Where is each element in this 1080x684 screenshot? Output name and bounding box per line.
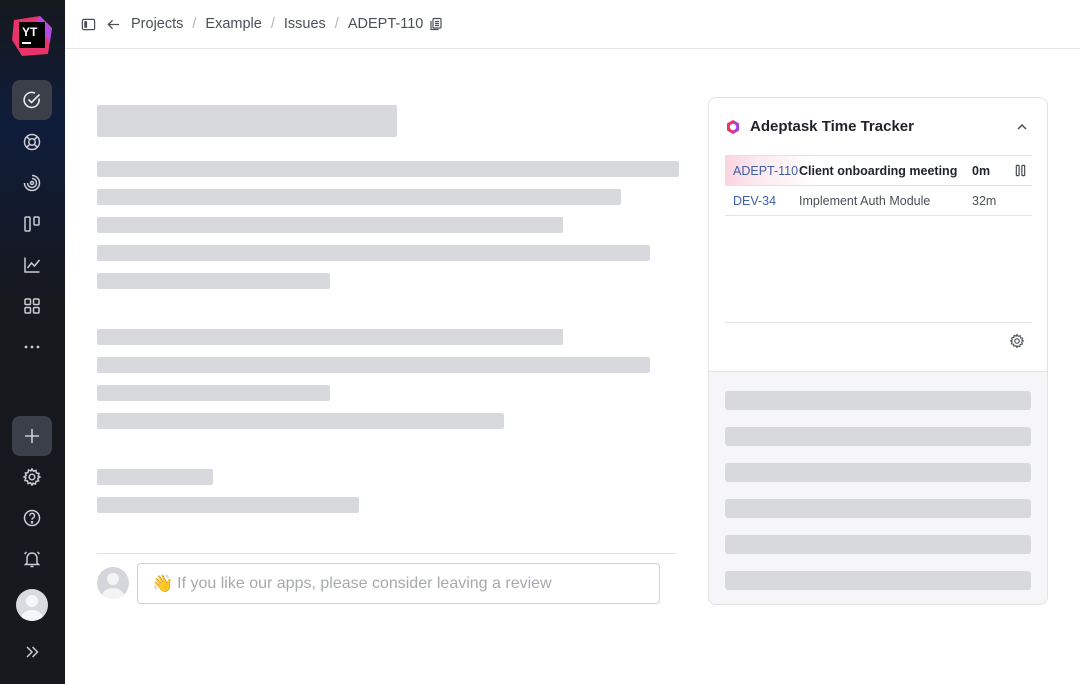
expand-sidebar-button[interactable]	[12, 632, 52, 672]
skeleton-line	[97, 189, 621, 205]
sidebar-item-helpdesk[interactable]	[12, 122, 52, 162]
skeleton-title	[97, 105, 397, 137]
sidebar-item-apps[interactable]	[12, 286, 52, 326]
skeleton-line	[97, 357, 650, 373]
issue-id-link[interactable]: DEV-34	[725, 194, 799, 208]
skeleton-line	[725, 499, 1031, 518]
pause-icon	[1015, 164, 1025, 177]
skeleton-line	[725, 391, 1031, 410]
settings-button[interactable]	[12, 457, 52, 497]
breadcrumb-project[interactable]: Example	[205, 16, 261, 32]
user-avatar[interactable]	[16, 589, 48, 621]
skeleton-line	[97, 385, 330, 401]
chevron-up-icon[interactable]	[1015, 120, 1029, 134]
breadcrumb-separator: /	[270, 16, 275, 32]
spiral-icon	[23, 174, 41, 192]
help-button[interactable]	[12, 498, 52, 538]
copy-icon[interactable]	[429, 17, 443, 31]
skeleton-line	[97, 413, 504, 429]
time-tracker-widget: Adeptask Time Tracker ADEPT-110 Client o…	[708, 97, 1048, 605]
skeleton-line	[97, 329, 563, 345]
user-icon	[102, 573, 124, 599]
back-arrow-icon[interactable]	[106, 16, 122, 32]
check-circle-icon	[23, 91, 41, 109]
sidebar-item-reports[interactable]	[12, 245, 52, 285]
skeleton-line	[97, 245, 650, 261]
tracker-table: ADEPT-110 Client onboarding meeting 0m D…	[725, 155, 1032, 216]
breadcrumb-issues[interactable]: Issues	[284, 16, 326, 32]
double-chevron-right-icon	[26, 646, 39, 658]
skeleton-line	[725, 571, 1031, 590]
tracked-time: 32m	[972, 193, 997, 208]
top-bar: Projects / Example / Issues / ADEPT-110	[65, 0, 1080, 49]
widget-title: Adeptask Time Tracker	[750, 118, 914, 135]
breadcrumb-issue-id: ADEPT-110	[347, 16, 424, 32]
plus-icon	[25, 429, 39, 443]
gear-icon	[22, 467, 42, 487]
skeleton-line	[725, 427, 1031, 446]
chart-icon	[24, 257, 41, 273]
create-button[interactable]	[12, 416, 52, 456]
skeleton-line	[97, 217, 563, 233]
breadcrumb-projects[interactable]: Projects	[131, 16, 183, 32]
adeptask-logo-icon	[727, 119, 739, 134]
comment-avatar	[97, 567, 129, 599]
table-row[interactable]: DEV-34 Implement Auth Module 32m	[725, 186, 1032, 216]
pause-button[interactable]	[1008, 164, 1032, 177]
board-icon	[24, 216, 40, 232]
gear-icon[interactable]	[1009, 333, 1025, 349]
lifebuoy-icon	[23, 133, 41, 151]
skeleton-line	[97, 497, 359, 513]
svg-text:YT: YT	[22, 25, 38, 39]
sidebar-item-more[interactable]	[12, 327, 52, 367]
issue-id-link[interactable]: ADEPT-110	[725, 164, 799, 178]
skeleton-line	[97, 161, 679, 177]
more-icon	[24, 345, 40, 349]
widget-loading-area	[709, 371, 1047, 604]
breadcrumb-separator: /	[334, 16, 339, 32]
breadcrumb: Projects / Example / Issues / ADEPT-110	[131, 16, 443, 32]
content-divider	[97, 553, 676, 554]
sidebar-item-agile[interactable]	[12, 163, 52, 203]
skeleton-line	[97, 469, 213, 485]
tracked-time: 0m	[972, 163, 991, 178]
toggle-panel-icon[interactable]	[81, 16, 97, 32]
skeleton-line	[97, 273, 330, 289]
grid-icon	[24, 298, 40, 314]
notifications-button[interactable]	[12, 539, 52, 579]
waving-hand-icon: 👋	[152, 573, 174, 593]
skeleton-line	[725, 463, 1031, 482]
help-icon	[23, 509, 41, 527]
bell-icon	[23, 551, 41, 568]
widget-footer-divider	[725, 322, 1032, 323]
sidebar: YT	[0, 0, 65, 684]
review-input[interactable]: 👋 If you like our apps, please consider …	[137, 563, 660, 604]
review-placeholder: If you like our apps, please consider le…	[177, 574, 552, 592]
widget-header: Adeptask Time Tracker	[725, 118, 914, 135]
issue-summary: Client onboarding meeting	[799, 163, 958, 178]
user-icon	[21, 595, 43, 621]
youtrack-logo[interactable]: YT	[10, 14, 54, 58]
sidebar-item-boards[interactable]	[12, 204, 52, 244]
issue-summary: Implement Auth Module	[799, 193, 931, 208]
sidebar-item-issues[interactable]	[12, 80, 52, 120]
table-row[interactable]: ADEPT-110 Client onboarding meeting 0m	[725, 156, 1032, 186]
breadcrumb-separator: /	[192, 16, 197, 32]
skeleton-line	[725, 535, 1031, 554]
